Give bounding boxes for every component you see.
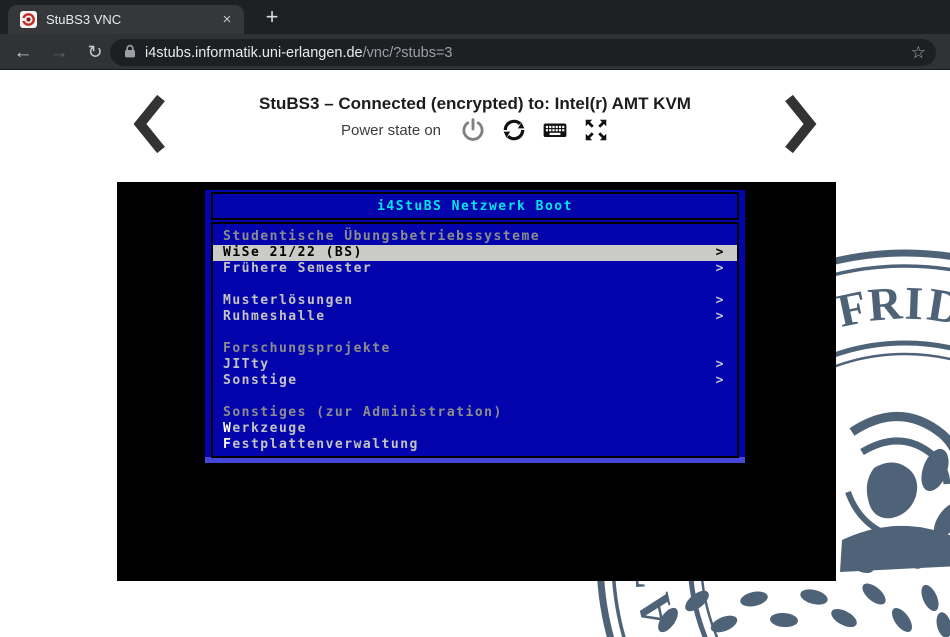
boot-menu-title-box: i4StuBS Netzwerk Boot	[211, 192, 739, 220]
menu-section-header: Sonstiges (zur Administration)	[213, 405, 737, 421]
power-state-label: Power state on	[341, 122, 441, 139]
menu-spacer	[213, 325, 737, 341]
seal-letter: D	[924, 279, 950, 336]
seal-letter: F	[833, 281, 872, 338]
refresh-icon[interactable]	[501, 117, 527, 143]
menu-item[interactable]: JITty>	[213, 357, 737, 373]
url-domain: i4stubs.informatik.uni-erlangen.de	[145, 45, 363, 61]
submenu-arrow-icon: >	[716, 293, 725, 309]
menu-item[interactable]: Ruhmeshalle>	[213, 309, 737, 325]
boot-menu-list: Studentische ÜbungsbetriebssystemeWiSe 2…	[211, 222, 739, 458]
chevron-left-icon	[132, 93, 168, 155]
browser-tab[interactable]: StuBS3 VNC ×	[8, 5, 244, 34]
tab-close-icon[interactable]: ×	[218, 11, 236, 29]
submenu-arrow-icon: >	[716, 261, 725, 277]
boot-menu-panel: i4StuBS Netzwerk Boot Studentische Übung…	[205, 190, 745, 463]
menu-item[interactable]: Musterlösungen>	[213, 293, 737, 309]
seal-letter: I	[904, 278, 924, 331]
tab-title: StuBS3 VNC	[46, 12, 218, 27]
menu-item[interactable]: Festplattenverwaltung	[213, 437, 737, 453]
submenu-arrow-icon: >	[716, 309, 725, 325]
previous-machine-button[interactable]	[132, 93, 168, 155]
seal-letter: V	[637, 624, 698, 637]
url-bar[interactable]: i4stubs.informatik.uni-erlangen.de/vnc/?…	[110, 39, 936, 66]
menu-section-header: Forschungsprojekte	[213, 341, 737, 357]
url-text: i4stubs.informatik.uni-erlangen.de/vnc/?…	[145, 45, 911, 61]
vnc-screen[interactable]: i4StuBS Netzwerk Boot Studentische Übung…	[117, 182, 836, 581]
reload-icon[interactable]: ↻	[84, 42, 106, 64]
submenu-arrow-icon: >	[716, 373, 725, 389]
keyboard-icon[interactable]	[542, 117, 568, 143]
new-tab-button[interactable]: +	[258, 4, 286, 32]
menu-item[interactable]: Frühere Semester>	[213, 261, 737, 277]
back-icon[interactable]: ←	[12, 42, 34, 64]
tab-favicon-icon	[20, 11, 37, 28]
power-icon[interactable]	[460, 117, 486, 143]
forward-icon: →	[48, 42, 70, 64]
submenu-arrow-icon: >	[716, 245, 725, 261]
menu-item[interactable]: Werkzeuge	[213, 421, 737, 437]
menu-item[interactable]: WiSe 21/22 (BS)>	[213, 245, 737, 261]
lock-icon[interactable]	[124, 44, 136, 63]
seal-letter: A	[627, 589, 685, 633]
url-path: /vnc/?stubs=3	[363, 45, 453, 61]
tab-strip: StuBS3 VNC × +	[0, 0, 950, 34]
menu-spacer	[213, 389, 737, 405]
seal-letter: R	[866, 277, 905, 332]
chevron-right-icon	[782, 93, 818, 155]
menu-spacer	[213, 277, 737, 293]
menu-item[interactable]: Sonstige>	[213, 373, 737, 389]
bookmark-star-icon[interactable]: ☆	[911, 44, 926, 61]
boot-menu-title: i4StuBS Netzwerk Boot	[377, 199, 573, 214]
fullscreen-icon[interactable]	[583, 117, 609, 143]
next-machine-button[interactable]	[782, 93, 818, 155]
submenu-arrow-icon: >	[716, 357, 725, 373]
menu-section-header: Studentische Übungsbetriebssysteme	[213, 229, 737, 245]
